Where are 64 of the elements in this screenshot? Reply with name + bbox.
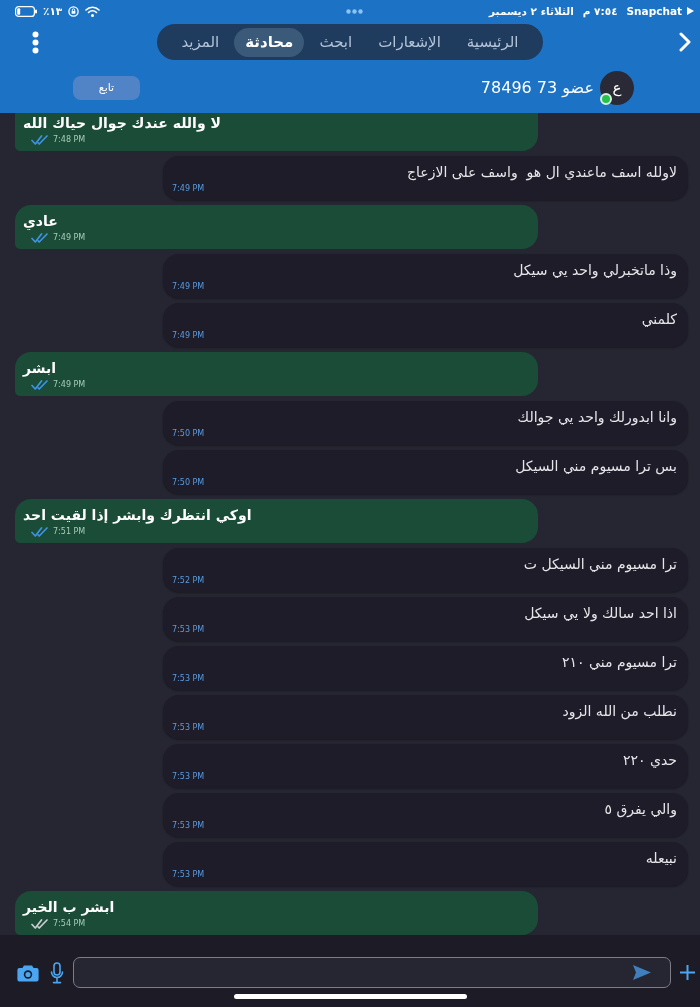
nav-tab[interactable]: الرئيسية — [455, 27, 530, 57]
message-text: ترا مسيوم مني السيكل ت — [522, 555, 677, 574]
back-to-app-link[interactable]: Snapchat — [626, 5, 694, 17]
plus-icon — [680, 965, 695, 980]
add-button[interactable] — [680, 965, 695, 980]
message-time: 7:53 PM — [172, 723, 205, 732]
message-text: لاولله اسف ماعندي ال هو واسف على الازعاج — [406, 163, 677, 182]
nav-tab[interactable]: المزيد — [170, 27, 231, 57]
message-time: 7:49 PM — [172, 331, 205, 340]
microphone-icon — [50, 961, 64, 984]
message-time: 7:54 PM — [53, 919, 86, 928]
message-time: 7:53 PM — [172, 674, 205, 683]
battery-icon — [15, 5, 37, 17]
message-time: 7:49 PM — [53, 380, 86, 389]
message-time: 7:51 PM — [53, 527, 86, 536]
back-button[interactable] — [679, 32, 691, 52]
message-text: والي يفرق ٥ — [603, 800, 677, 819]
message-time: 7:50 PM — [172, 429, 205, 438]
message-time: 7:50 PM — [172, 478, 205, 487]
message-text: اذا احد سالك ولا يي سيكل — [523, 604, 677, 623]
send-button[interactable] — [633, 965, 651, 980]
battery-percentage: ١٣٪ — [43, 5, 63, 17]
message-time: 7:53 PM — [172, 821, 205, 830]
kebab-menu-icon — [32, 30, 39, 54]
triangle-icon — [687, 7, 694, 15]
message-text: نطلب من الله الزود — [561, 702, 677, 721]
multitasking-dots-icon[interactable] — [346, 8, 363, 14]
message-text: ابشر — [23, 359, 57, 378]
message-time: 7:53 PM — [172, 870, 205, 879]
nav-tab[interactable]: ابحث — [308, 27, 364, 57]
message-text: بس ترا مسيوم مني السيكل — [514, 457, 677, 476]
rotation-lock-icon — [68, 5, 80, 17]
message-time: 7:53 PM — [172, 625, 205, 634]
message-time: 7:53 PM — [172, 772, 205, 781]
status-date: الثلاثاء ٢ ديسمبر — [489, 5, 574, 17]
message-text: ابشر ب الخير — [23, 898, 116, 917]
send-icon — [633, 965, 651, 980]
nav-tab[interactable]: الإشعارات — [367, 27, 452, 57]
message-time: 7:49 PM — [172, 184, 205, 193]
message-time: 7:52 PM — [172, 576, 205, 585]
message-text: نبيعله — [644, 849, 677, 868]
follow-button[interactable]: تابع — [73, 75, 140, 100]
member-name: عضو 73 78496 — [480, 78, 594, 97]
message-time: 7:48 PM — [53, 135, 86, 144]
wifi-icon — [85, 5, 101, 17]
status-time: ٧:٥٤ م — [582, 5, 618, 17]
nav-tab[interactable]: محادثة — [234, 27, 305, 57]
message-text: وذا ماتخبرلي واحد يي سيكل — [512, 261, 677, 280]
camera-button[interactable] — [17, 963, 39, 982]
message-text: حدي ٢٢٠ — [622, 751, 677, 770]
message-time: 7:49 PM — [53, 233, 86, 242]
message-time: 7:49 PM — [172, 282, 205, 291]
avatar[interactable]: ع — [600, 70, 634, 105]
message-text: وانا ابدورلك واحد يي جوالك — [516, 408, 677, 427]
camera-icon — [17, 963, 39, 982]
more-menu-button[interactable] — [32, 30, 39, 54]
chevron-right-icon — [679, 32, 691, 52]
message-text: ترا مسيوم مني ٢١٠ — [561, 653, 677, 672]
message-text: كلمني — [640, 310, 677, 329]
message-text: عادي — [23, 212, 59, 231]
message-text: اوكي انتظرك وابشر إذا لقيت احد — [23, 506, 253, 525]
message-text: لا والله عندك جوال حياك الله — [23, 114, 222, 133]
message-input[interactable] — [73, 957, 671, 988]
microphone-button[interactable] — [50, 961, 64, 984]
